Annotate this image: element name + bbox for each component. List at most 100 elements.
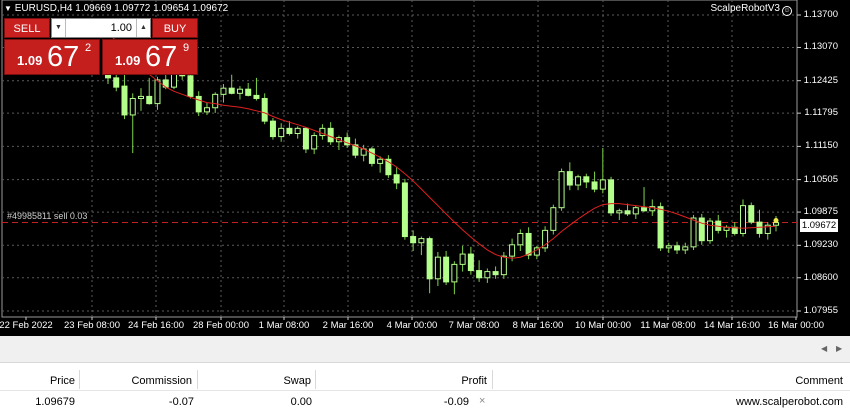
candle-bear — [748, 205, 755, 223]
triangle-down-icon[interactable]: ▼ — [52, 19, 66, 37]
col-header-commission[interactable]: Commission — [131, 375, 192, 387]
candle-bear — [410, 236, 417, 244]
triangle-up-icon[interactable]: ▲ — [136, 19, 150, 37]
candle-bear — [591, 181, 598, 190]
y-tick-label: 1.09230 — [803, 239, 838, 251]
scroll-right-icon[interactable]: ▶ — [836, 344, 842, 353]
candle-bear — [302, 127, 309, 150]
y-tick-label: 1.13700 — [803, 9, 838, 20]
candle-bear — [443, 256, 450, 283]
candle-bull — [558, 171, 565, 209]
col-header-profit[interactable]: Profit — [461, 375, 487, 387]
price-chart[interactable]: ▼ EURUSD,H4 1.09669 1.09772 1.09654 1.09… — [0, 0, 850, 336]
last-price-dot — [773, 218, 779, 224]
cell-price: 1.09679 — [35, 396, 75, 408]
candle-bear — [121, 85, 128, 116]
candle-bull — [212, 93, 219, 109]
candle-bear — [187, 75, 194, 97]
x-tick-label: 7 Mar 08:00 — [448, 320, 500, 331]
candle-bull — [740, 205, 747, 234]
scroll-left-icon[interactable]: ◀ — [821, 344, 827, 353]
candle-bear — [269, 120, 276, 138]
column-divider[interactable] — [79, 370, 80, 389]
lot-size-stepper[interactable]: ▼ 1.00 ▲ — [51, 18, 151, 38]
candle-bull — [278, 127, 285, 138]
triangle-down-icon: ▼ — [4, 4, 12, 13]
cell-profit: -0.09 — [443, 396, 469, 408]
sell-price-prefix: 1.09 — [17, 53, 43, 68]
candle-bull — [137, 95, 144, 99]
sell-button[interactable]: SELL — [4, 18, 50, 38]
candle-bull — [500, 255, 507, 276]
candle-bull — [599, 179, 606, 190]
candle-bear — [657, 206, 664, 249]
buy-price-fraction: 9 — [183, 42, 190, 54]
x-tick-label: 1 Mar 08:00 — [258, 320, 310, 331]
candle-bear — [261, 97, 268, 122]
candle-bull — [129, 97, 136, 116]
lot-size-value[interactable]: 1.00 — [66, 19, 136, 37]
y-tick-label: 1.07955 — [803, 305, 838, 316]
candle-bear — [426, 238, 433, 280]
candle-bull — [509, 244, 516, 257]
candle-bull — [484, 271, 491, 279]
cell-swap: 0.00 — [290, 396, 312, 408]
sell-price-button[interactable]: 1.09 67 2 — [4, 39, 100, 75]
y-tick-label: 1.09875 — [803, 206, 838, 218]
y-tick-label: 1.11150 — [805, 140, 838, 152]
candle-bull — [616, 210, 623, 214]
candle-bear — [368, 148, 375, 164]
buy-price-button[interactable]: 1.09 67 9 — [102, 39, 198, 75]
candle-bear — [608, 179, 615, 214]
close-position-icon[interactable]: × — [479, 395, 485, 407]
candle-bear — [228, 87, 235, 94]
buy-price-pips: 67 — [145, 41, 178, 73]
x-tick-label: 28 Feb 00:00 — [193, 320, 249, 331]
candle-bear — [393, 174, 400, 184]
col-header-price[interactable]: Price — [50, 375, 75, 387]
candle-bull — [154, 79, 161, 105]
candle-bear — [195, 95, 202, 113]
x-tick-label: 22 Feb 2022 — [0, 320, 53, 331]
column-divider[interactable] — [315, 370, 316, 389]
candle-bull — [434, 256, 441, 280]
candle-bull — [665, 245, 672, 249]
candle-bull — [236, 88, 243, 94]
candle-bear — [641, 207, 648, 212]
y-tick-label: 1.08600 — [803, 271, 838, 283]
candle-bear — [698, 217, 705, 242]
expert-advisor-label[interactable]: ScalpeRobotV3 ☺ — [711, 3, 792, 16]
candle-bear — [467, 253, 474, 272]
candle-bear — [245, 88, 252, 96]
candle-bull — [575, 176, 582, 186]
candle-bull — [377, 158, 384, 164]
candle-bear — [327, 127, 334, 143]
candle-bull — [311, 135, 318, 150]
y-tick-label: 1.13070 — [803, 41, 838, 53]
y-tick-label: 1.11795 — [804, 107, 838, 119]
candle-bull — [451, 263, 458, 283]
col-header-comment[interactable]: Comment — [795, 375, 843, 387]
current-price-marker: 1.09672 — [800, 219, 838, 232]
candle-bull — [690, 217, 697, 248]
x-tick-label: 2 Mar 16:00 — [322, 320, 374, 331]
row-divider — [0, 390, 850, 391]
candle-bull — [220, 87, 227, 95]
candle-bull — [682, 246, 689, 251]
order-line-label[interactable]: #49985811 sell 0.03 — [7, 211, 87, 221]
buy-price-prefix: 1.09 — [115, 53, 141, 68]
candle-bull — [550, 207, 557, 231]
candle-bear — [492, 271, 499, 276]
cell-comment: www.scalperobot.com — [736, 396, 843, 408]
candle-bear — [113, 77, 120, 88]
y-tick-label: 1.12425 — [803, 74, 838, 86]
candle-bear — [476, 270, 483, 279]
col-header-swap[interactable]: Swap — [283, 375, 311, 387]
candle-bear — [286, 127, 293, 135]
x-tick-label: 16 Mar 00:00 — [768, 320, 824, 331]
chart-scroll-strip[interactable]: ◀ ▶ — [0, 336, 850, 363]
column-divider[interactable] — [197, 370, 198, 389]
column-divider[interactable] — [492, 370, 493, 389]
candle-bear — [624, 210, 631, 215]
buy-button[interactable]: BUY — [152, 18, 198, 38]
